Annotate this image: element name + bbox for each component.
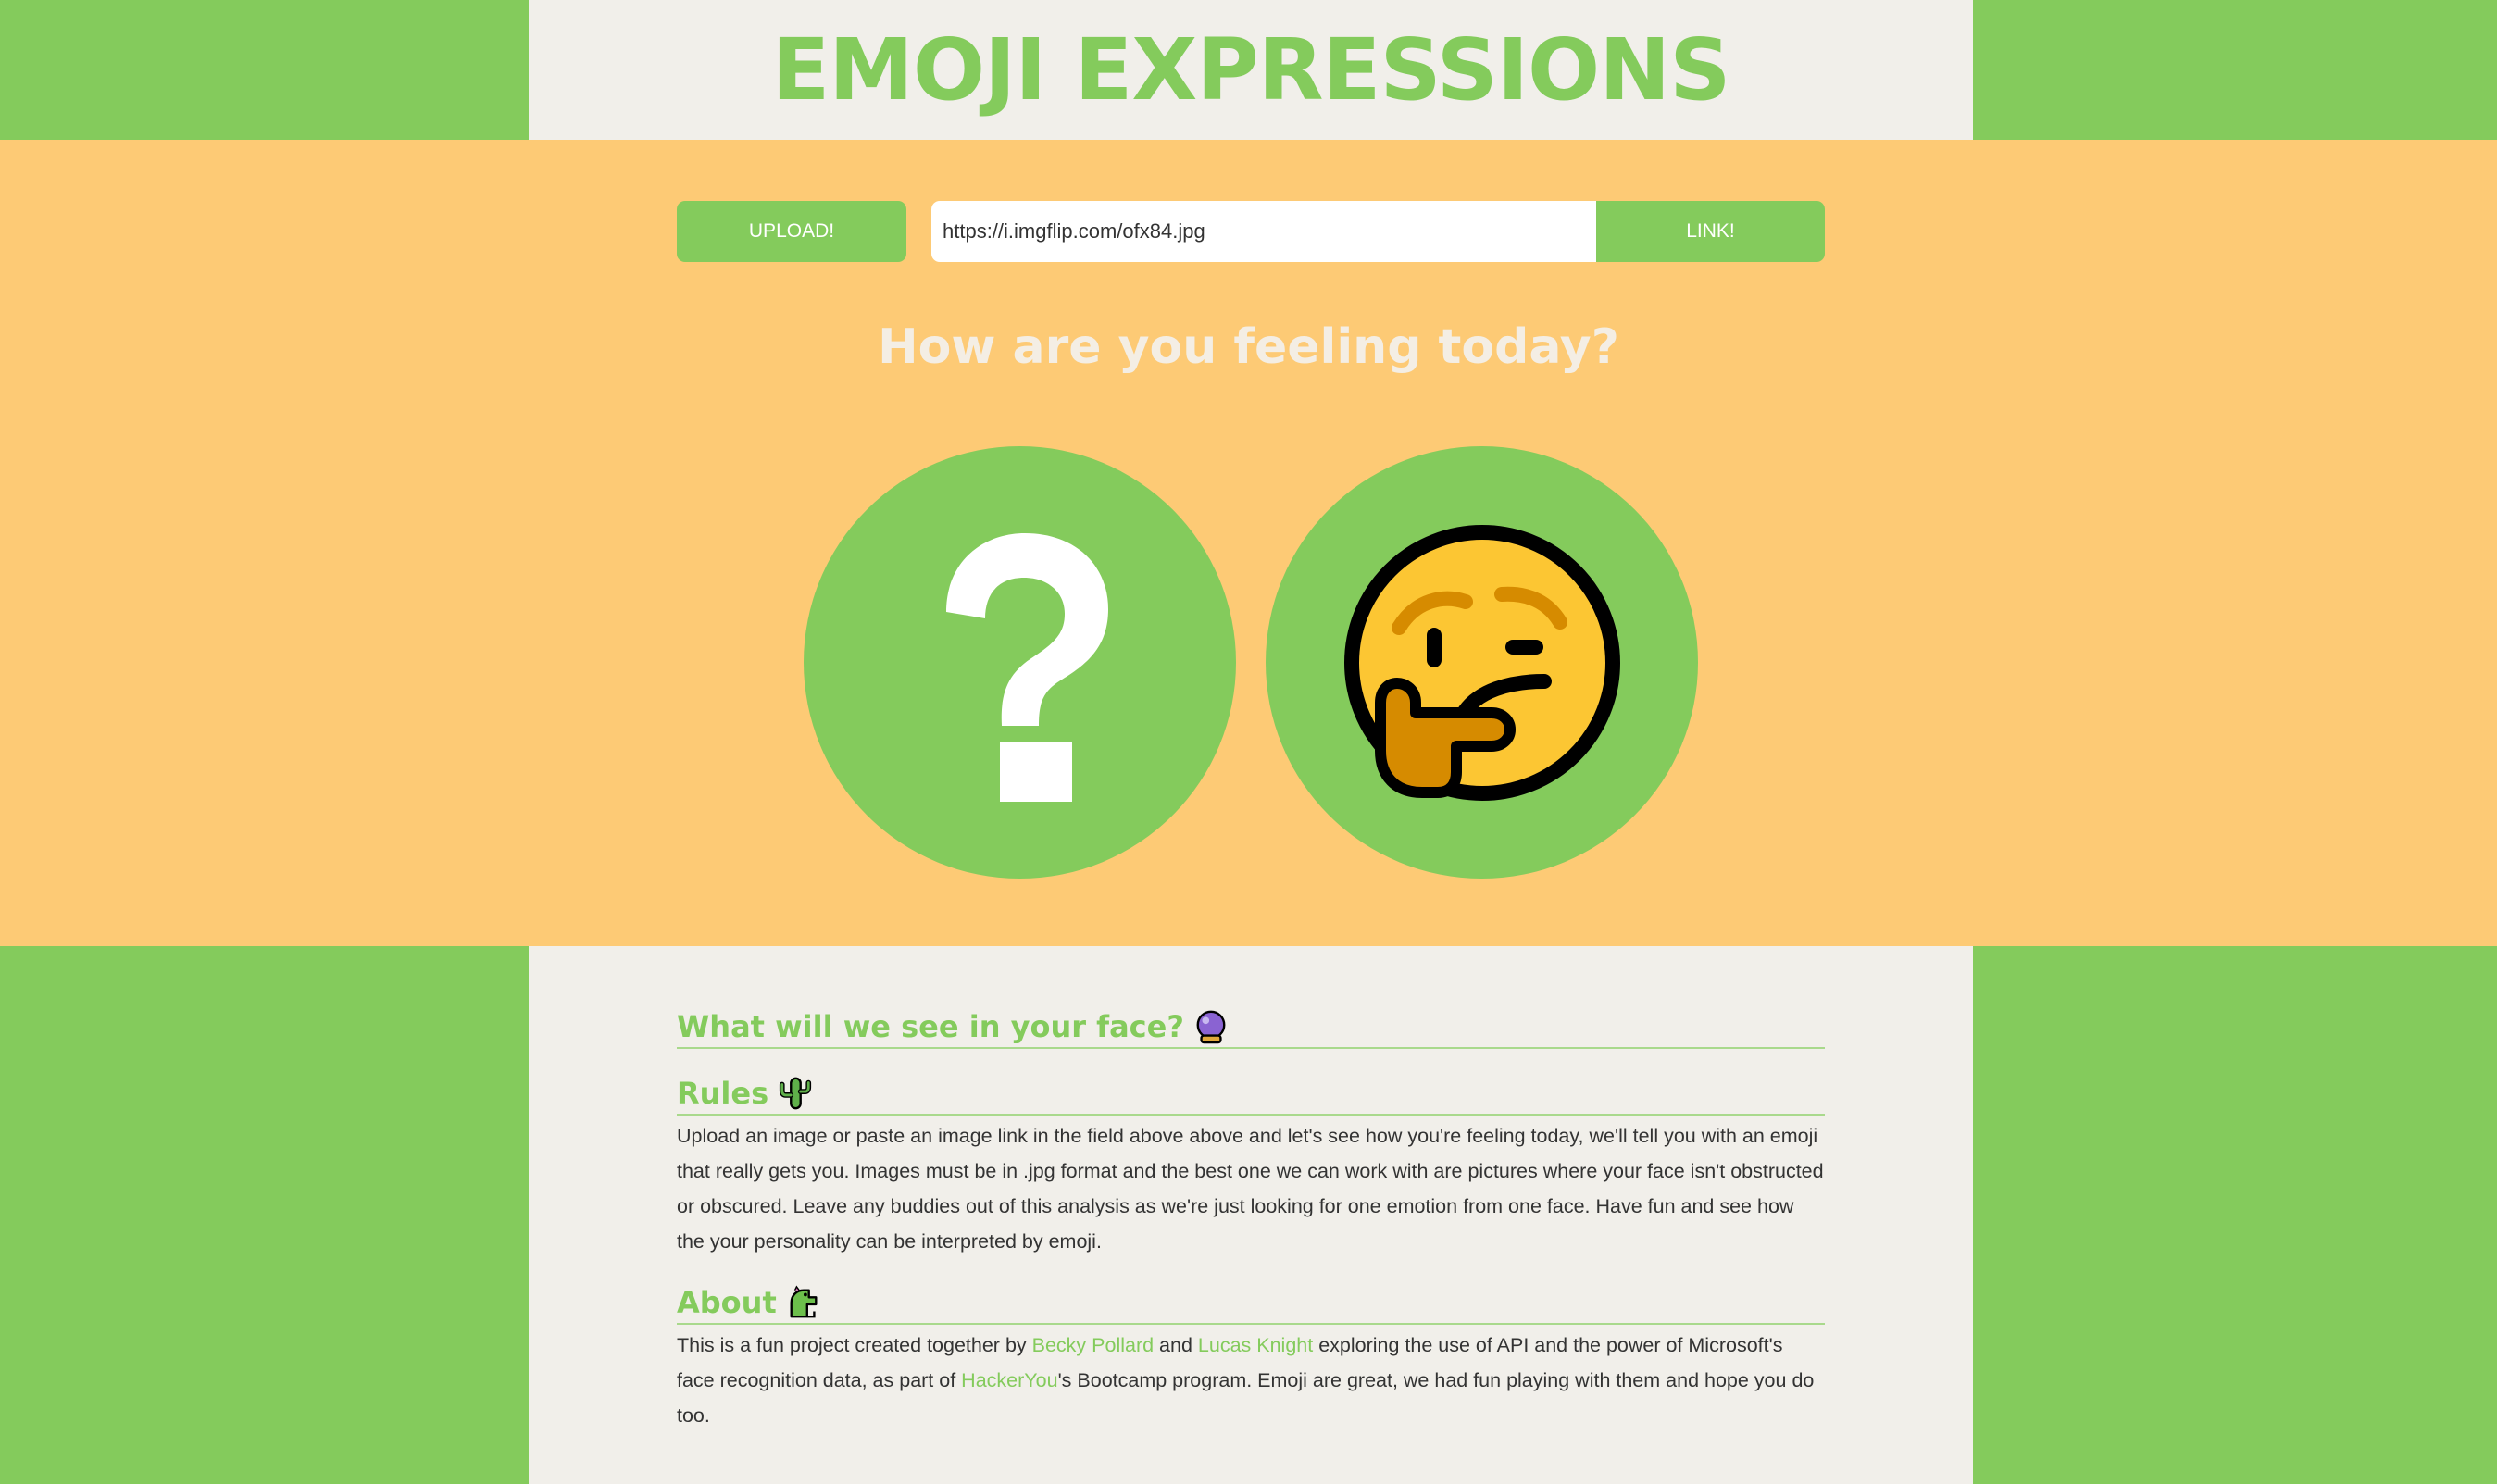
heading-rules-label: Rules bbox=[677, 1075, 769, 1111]
question-mark-icon bbox=[945, 532, 1108, 802]
header: EMOJI EXPRESSIONS bbox=[529, 0, 1973, 140]
heading-see-face: What will we see in your face? bbox=[677, 1007, 1825, 1049]
about-text: This is a fun project created together b… bbox=[677, 1328, 1825, 1433]
hackeryou-link[interactable]: HackerYou bbox=[961, 1369, 1057, 1391]
page: EMOJI EXPRESSIONS UPLOAD! LINK! How are … bbox=[0, 0, 2497, 1484]
heading-see-face-label: What will we see in your face? bbox=[677, 1008, 1184, 1044]
lucas-knight-link[interactable]: Lucas Knight bbox=[1198, 1334, 1313, 1356]
cactus-icon bbox=[780, 1077, 812, 1109]
heading-about: About bbox=[677, 1283, 1825, 1325]
image-url-input[interactable] bbox=[931, 201, 1596, 262]
about-text-2: and bbox=[1154, 1334, 1198, 1356]
content-section: What will we see in your face? Rules Upl… bbox=[529, 946, 1973, 1484]
becky-pollard-link[interactable]: Becky Pollard bbox=[1032, 1334, 1154, 1356]
rules-text: Upload an image or paste an image link i… bbox=[677, 1125, 1824, 1253]
heading-rules: Rules bbox=[677, 1074, 1825, 1116]
link-form: LINK! bbox=[931, 201, 1825, 262]
feeling-question: How are you feeling today? bbox=[878, 319, 1619, 375]
upload-button[interactable]: UPLOAD! bbox=[677, 201, 906, 262]
result-emoji-circle bbox=[1266, 446, 1698, 879]
crystal-ball-icon bbox=[1196, 1010, 1226, 1043]
dragon-icon bbox=[790, 1285, 818, 1317]
uploaded-image-circle bbox=[804, 446, 1236, 879]
thinking-face-emoji bbox=[1343, 524, 1620, 801]
link-button[interactable]: LINK! bbox=[1596, 201, 1825, 262]
about-text-1: This is a fun project created together b… bbox=[677, 1334, 1032, 1356]
heading-about-label: About bbox=[677, 1284, 777, 1320]
site-title: EMOJI EXPRESSIONS bbox=[771, 19, 1730, 119]
